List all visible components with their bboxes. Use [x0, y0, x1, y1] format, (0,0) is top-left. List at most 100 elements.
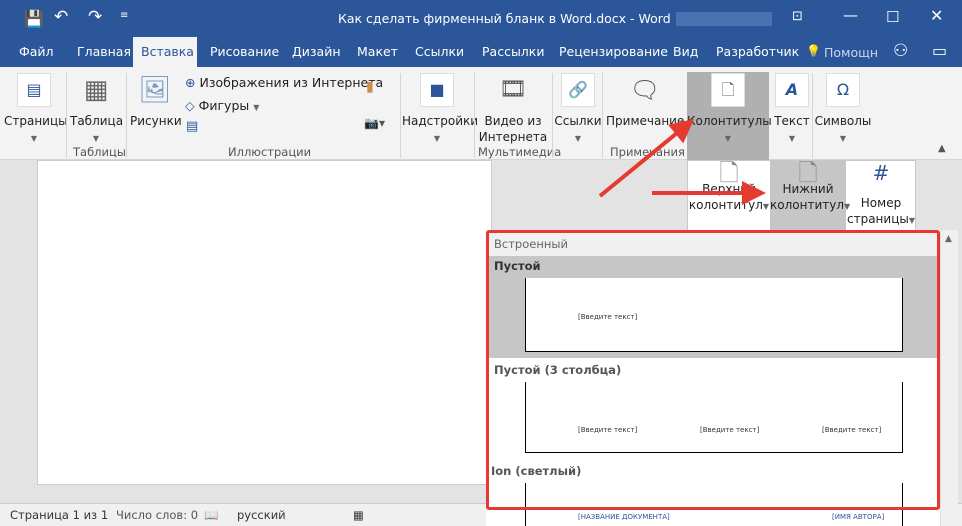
collapse-ribbon-icon[interactable]: ▲ [938, 143, 946, 154]
ribbon-tabs: Файл Главная Вставка Рисование Дизайн Ма… [0, 37, 962, 67]
undo-icon[interactable]: ↶ [54, 7, 68, 27]
group-media-label: Мультимедиа [478, 145, 562, 159]
preview-placeholder: [Введите текст] [700, 426, 760, 434]
header-button[interactable]: 🗋 Верхний колонтитул▼ [688, 161, 770, 233]
symbols-button[interactable]: Ω Символы ▼ [814, 73, 872, 147]
footer-label-2: колонтитул [770, 198, 844, 212]
link-icon: 🔗 [561, 73, 595, 107]
ribbon-display-icon[interactable]: ⊡ [792, 9, 803, 24]
tab-references[interactable]: Ссылки [407, 37, 472, 67]
page-number-icon: # [872, 161, 890, 185]
preview-placeholder: [Введите текст] [578, 313, 638, 321]
word-count[interactable]: Число слов: 0 [116, 508, 198, 522]
tab-review[interactable]: Рецензирование [551, 37, 676, 67]
tab-insert[interactable]: Вставка [133, 37, 197, 67]
footer-page-icon: 🗋 [798, 159, 818, 187]
gallery-scrollbar[interactable]: ▲ [940, 230, 958, 526]
document-page[interactable] [37, 160, 492, 485]
tab-developer[interactable]: Разработчик [708, 37, 807, 67]
gallery-item-name: Пустой (3 столбца) [494, 363, 622, 377]
video-icon: 🎞 [499, 77, 527, 102]
page-icon: ▤ [17, 73, 51, 107]
comment-button[interactable]: 🗨 Примечание [606, 73, 684, 129]
preview-placeholder: [Введите текст] [578, 426, 638, 434]
gallery-item-name: Пустой [494, 259, 541, 273]
tab-view[interactable]: Вид [665, 37, 706, 67]
proofing-icon[interactable]: 📖 [204, 508, 218, 522]
headers-label: Колонтитулы [687, 114, 772, 128]
pages-button[interactable]: ▤ Страницы ▼ [4, 73, 68, 147]
page-count[interactable]: Страница 1 из 1 [10, 508, 108, 522]
macro-icon[interactable]: ▦ [353, 508, 364, 522]
addins-label: Надстройки [402, 114, 479, 128]
preview-placeholder: [Введите текст] [822, 426, 882, 434]
footer-gallery: Встроенный Пустой [Введите текст] Пустой… [486, 230, 940, 526]
links-button[interactable]: 🔗 Ссылки ▼ [554, 73, 602, 147]
shapes-icon: ◇ [185, 98, 195, 113]
table-label: Таблица [70, 114, 124, 128]
page-number-button[interactable]: # Номер страницы▼ [846, 161, 916, 233]
video-label-2: Интернета [478, 130, 548, 144]
online-video-button[interactable]: 🎞 Видео из Интернета [478, 73, 548, 145]
table-button[interactable]: ▦ Таблица ▼ [70, 73, 124, 147]
text-button[interactable]: A Текст ▼ [772, 73, 812, 147]
video-label-1: Видео из [484, 114, 542, 128]
headers-footers-menu: 🗋 Верхний колонтитул▼ 🗋 Нижний колонтитул▼ #… [687, 159, 916, 233]
page-number-label-1: Номер [860, 196, 902, 210]
footer-preview: [НАЗВАНИЕ ДОКУМЕНТА] [ИМЯ АВТОРА] [525, 483, 903, 526]
comments-icon[interactable]: ▭ [932, 41, 947, 60]
maximize-icon[interactable]: ☐ [886, 8, 899, 26]
gallery-item-blank[interactable]: Пустой [Введите текст] [486, 256, 940, 358]
text-label: Текст [774, 114, 810, 128]
gallery-item-blank-3col[interactable]: Пустой (3 столбца) [Введите текст] [Введ… [486, 358, 940, 461]
footer-preview: [Введите текст] [Введите текст] [Введите… [525, 382, 903, 453]
save-icon[interactable]: 💾 [24, 9, 44, 28]
ribbon: ▤ Страницы ▼ ▦ Таблица ▼ Таблицы 🖼 Рисунки ⊕ … [0, 67, 962, 160]
scroll-up-icon[interactable]: ▲ [945, 234, 952, 244]
footer-label-1: Нижний [782, 182, 834, 196]
header-footer-icon: 🗋 [711, 73, 745, 107]
group-comments-label: Примечания [610, 145, 685, 159]
tab-layout[interactable]: Макет [349, 37, 406, 67]
help-search[interactable]: Помощн [824, 45, 878, 60]
omega-icon: Ω [826, 73, 860, 107]
gallery-item-name: Ion (светлый) [491, 464, 582, 478]
language[interactable]: русский [237, 508, 286, 522]
online-pictures-icon: ⊕ [185, 75, 196, 90]
pictures-button[interactable]: 🖼 Рисунки [130, 73, 182, 129]
tab-design[interactable]: Дизайн [284, 37, 349, 67]
preview-placeholder: [НАЗВАНИЕ ДОКУМЕНТА] [578, 513, 670, 521]
share-icon[interactable]: ⚇ [893, 41, 908, 61]
pictures-label: Рисунки [130, 114, 182, 128]
online-pictures-label: Изображения из Интернета [199, 75, 384, 90]
addins-button[interactable]: ■ Надстройки ▼ [402, 73, 478, 147]
tab-draw[interactable]: Рисование [202, 37, 287, 67]
account-area[interactable] [676, 12, 772, 26]
text-icon: A [775, 73, 809, 107]
tab-file[interactable]: Файл [11, 37, 62, 67]
gallery-section-header: Встроенный [486, 233, 940, 256]
footer-button[interactable]: 🗋 Нижний колонтитул▼ [770, 159, 850, 233]
customize-icon[interactable]: ≡ [120, 10, 128, 21]
comment-label: Примечание [606, 114, 685, 128]
redo-icon[interactable]: ↷ [88, 7, 102, 27]
screenshot-icon[interactable]: 📷▾ [364, 116, 385, 130]
online-pictures-button[interactable]: ⊕ Изображения из Интернета [185, 75, 383, 90]
minimize-icon[interactable]: — [843, 6, 858, 24]
page-number-label-2: страницы [846, 212, 909, 226]
header-label-1: Верхний [702, 182, 756, 196]
gallery-item-ion-light[interactable]: Ion (светлый) [НАЗВАНИЕ ДОКУМЕНТА] [ИМЯ … [486, 461, 940, 526]
smartart-icon[interactable]: ▤ [186, 119, 198, 134]
headers-footers-button[interactable]: 🗋 Колонтитулы ▼ [687, 72, 772, 160]
shapes-button[interactable]: ◇ Фигуры ▼ [185, 98, 259, 113]
header-page-icon: 🗋 [719, 159, 739, 187]
title-bar: 💾 ↶ ↷ ≡ Как сделать фирменный бланк в Wo… [0, 0, 962, 37]
picture-icon: 🖼 [138, 75, 172, 105]
pages-label: Страницы [4, 114, 68, 128]
group-illustrations-label: Иллюстрации [228, 145, 312, 159]
chart-icon[interactable]: ▮ [366, 79, 374, 95]
group-tables-label: Таблицы [73, 145, 126, 159]
tab-mailings[interactable]: Рассылки [474, 37, 552, 67]
tab-home[interactable]: Главная [69, 37, 139, 67]
close-icon[interactable]: ✕ [930, 6, 943, 25]
